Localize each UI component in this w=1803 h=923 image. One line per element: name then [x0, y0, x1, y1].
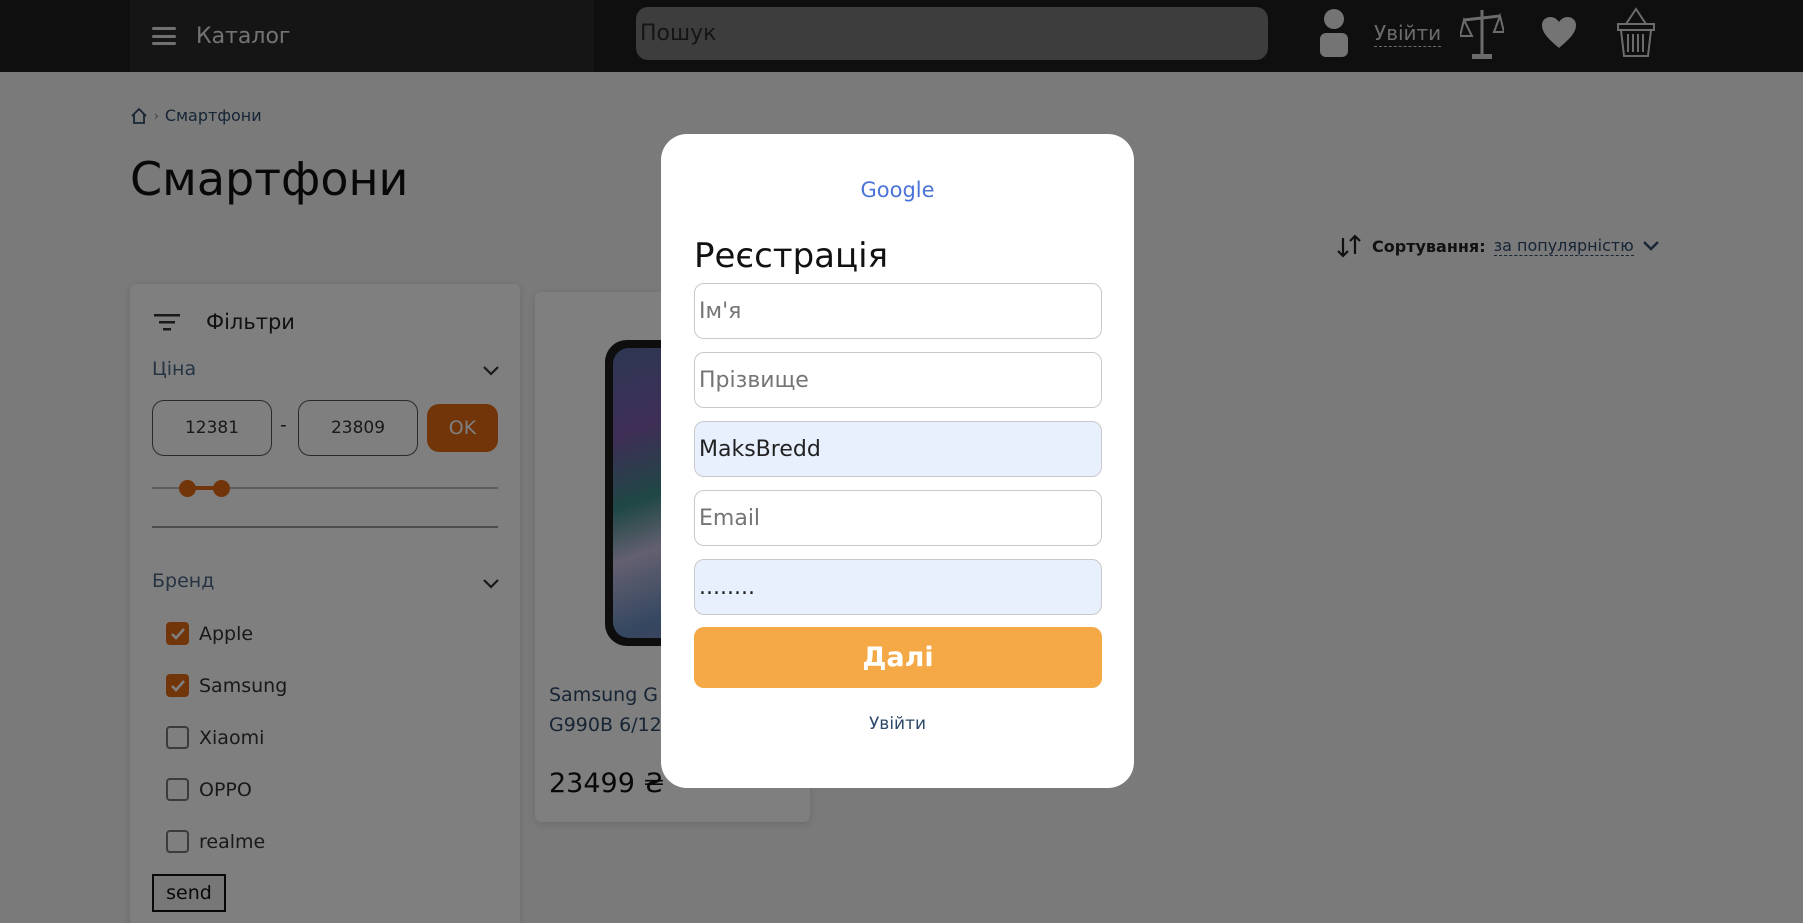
registration-modal: Google Реєстрація Далі Увійти — [661, 134, 1134, 788]
email-field[interactable] — [694, 490, 1102, 546]
password-field[interactable] — [694, 559, 1102, 615]
next-button[interactable]: Далі — [694, 627, 1102, 688]
username-field[interactable] — [694, 421, 1102, 477]
last-name-field[interactable] — [694, 352, 1102, 408]
google-signin-link[interactable]: Google — [661, 178, 1134, 202]
modal-login-link[interactable]: Увійти — [661, 714, 1134, 734]
first-name-field[interactable] — [694, 283, 1102, 339]
registration-title: Реєстрація — [694, 236, 889, 276]
